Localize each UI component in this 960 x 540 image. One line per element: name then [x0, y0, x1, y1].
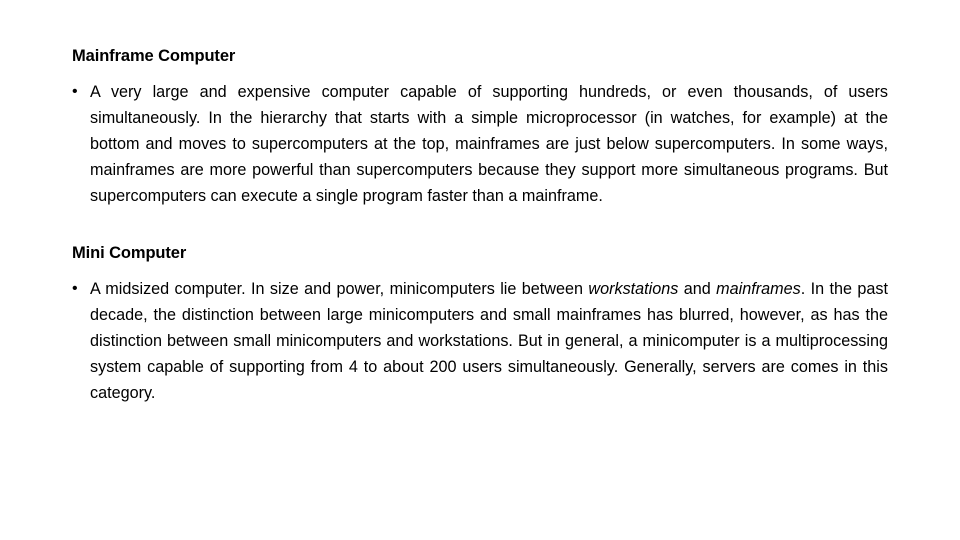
body-text-run: . In the past decade, the distinction be…	[90, 280, 889, 402]
emphasized-term: workstations	[588, 280, 679, 298]
bullet-marker-icon: •	[72, 280, 78, 297]
section-heading-mainframe: Mainframe Computer	[72, 47, 236, 65]
bullet-item-mini: • A midsized computer. In size and power…	[72, 276, 888, 406]
body-text-run: A midsized computer. In size and power, …	[90, 280, 589, 298]
section-heading-mini: Mini Computer	[72, 244, 187, 262]
slide-content: Mainframe Computer • A very large and ex…	[72, 44, 888, 406]
body-text-run: and	[678, 280, 717, 298]
bullet-text-mainframe: A very large and expensive computer capa…	[90, 79, 888, 209]
bullet-item-mainframe: • A very large and expensive computer ca…	[72, 79, 888, 209]
emphasized-term: mainframes	[716, 280, 801, 298]
slide-canvas: Mainframe Computer • A very large and ex…	[0, 0, 960, 540]
bullet-marker-icon: •	[72, 83, 78, 100]
bullet-text-mini: A midsized computer. In size and power, …	[90, 276, 888, 406]
body-text-run: A very large and expensive computer capa…	[90, 83, 888, 205]
